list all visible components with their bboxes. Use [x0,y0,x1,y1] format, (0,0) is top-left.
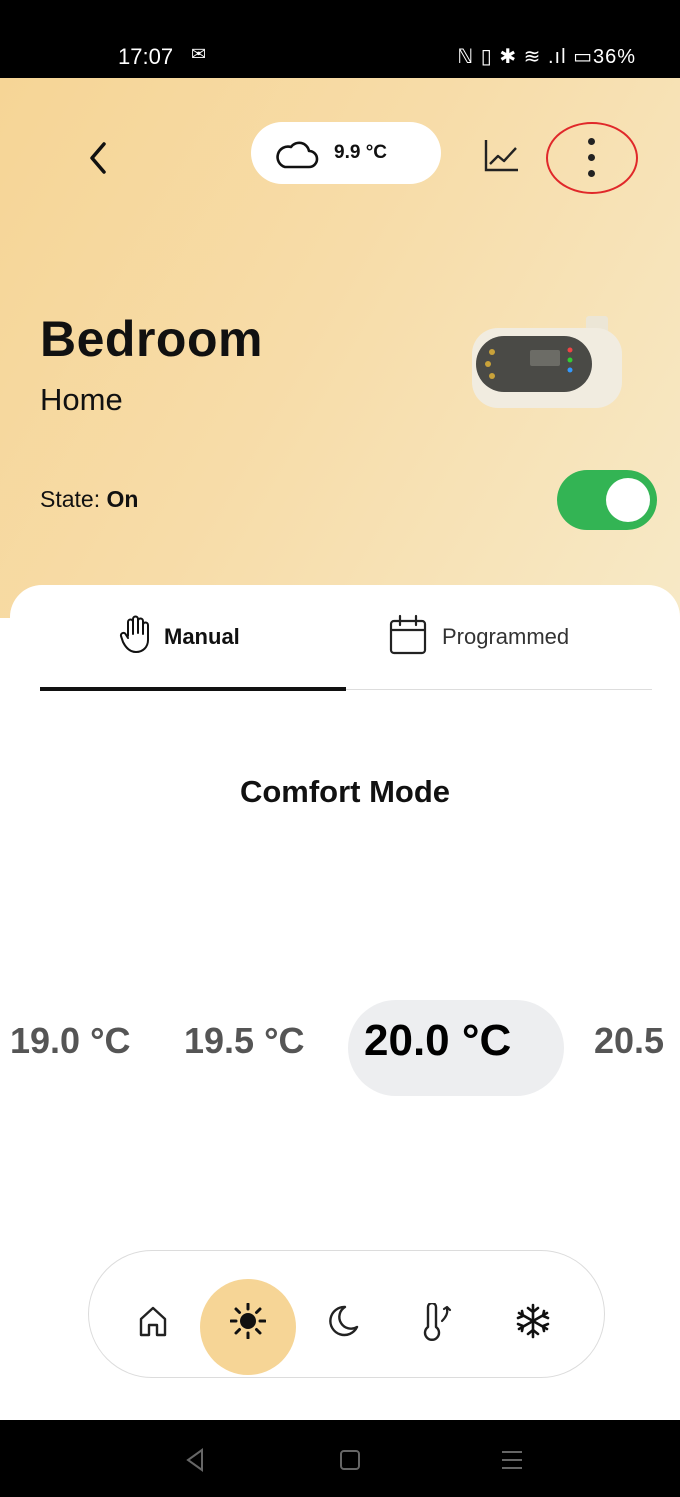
square-home-icon [340,1450,360,1470]
hand-icon [119,615,149,653]
nav-recents-button[interactable] [492,1440,532,1480]
line-chart-icon [484,140,518,172]
status-icons: ℕ ▯ ✱ ≋ .ıl ▭36% [457,46,636,68]
temperature-option[interactable]: 19.5 °C [184,1020,304,1062]
cloud-icon [276,141,319,169]
active-tab-indicator [40,687,346,691]
status-bar: 17:07 ✉ ℕ ▯ ✱ ≋ .ıl ▭36% [0,0,680,78]
home-icon [139,1306,167,1337]
temperature-option[interactable]: 20.5 [594,1020,664,1062]
mode-button-eco[interactable] [295,1279,391,1375]
back-button[interactable] [80,138,116,178]
calendar-icon [389,614,427,655]
menu-lines-icon [502,1451,522,1469]
thermometer-icon [423,1303,452,1341]
more-vert-icon [588,138,595,145]
room-location: Home [40,382,123,417]
weather-pill[interactable]: 9.9 °C [251,122,441,184]
mode-button-boost[interactable] [390,1279,486,1375]
room-title: Bedroom [40,311,263,367]
state-toggle[interactable] [557,470,657,530]
tab-manual-label: Manual [164,624,240,649]
moon-icon [329,1305,359,1337]
chevron-left-icon [90,142,106,174]
mode-title: Comfort Mode [239,774,451,809]
mode-button-frost[interactable] [485,1279,581,1375]
state-value: On [106,486,139,512]
nav-back-button[interactable] [176,1440,216,1480]
temperature-option[interactable]: 19.0 °C [10,1020,130,1062]
tab-divider [346,689,652,690]
toggle-knob [606,478,650,522]
mode-button-comfort[interactable] [200,1279,296,1375]
state-row: State: On [40,486,138,513]
more-options-button[interactable] [578,132,606,184]
sun-icon [230,1303,266,1339]
tab-programmed-label: Programmed [442,624,570,649]
weather-temperature: 9.9 °C [334,142,388,163]
nav-home-button[interactable] [330,1440,370,1480]
history-chart-button[interactable] [482,136,522,176]
mode-button-home[interactable] [105,1279,201,1375]
snowflake-icon [516,1303,550,1339]
mode-selector [88,1250,605,1378]
system-nav-bar [0,1420,680,1497]
triangle-back-icon [186,1448,203,1472]
selected-temperature[interactable]: 20.0 °C [364,1016,511,1066]
mail-icon: ✉ [191,44,207,64]
status-time: 17:07 [118,44,174,69]
state-label: State: [40,486,107,512]
thermostat-device-image [472,316,622,408]
temperature-picker[interactable]: 19.0 °C 19.5 °C 20.0 °C 20.5 [0,1000,680,1096]
